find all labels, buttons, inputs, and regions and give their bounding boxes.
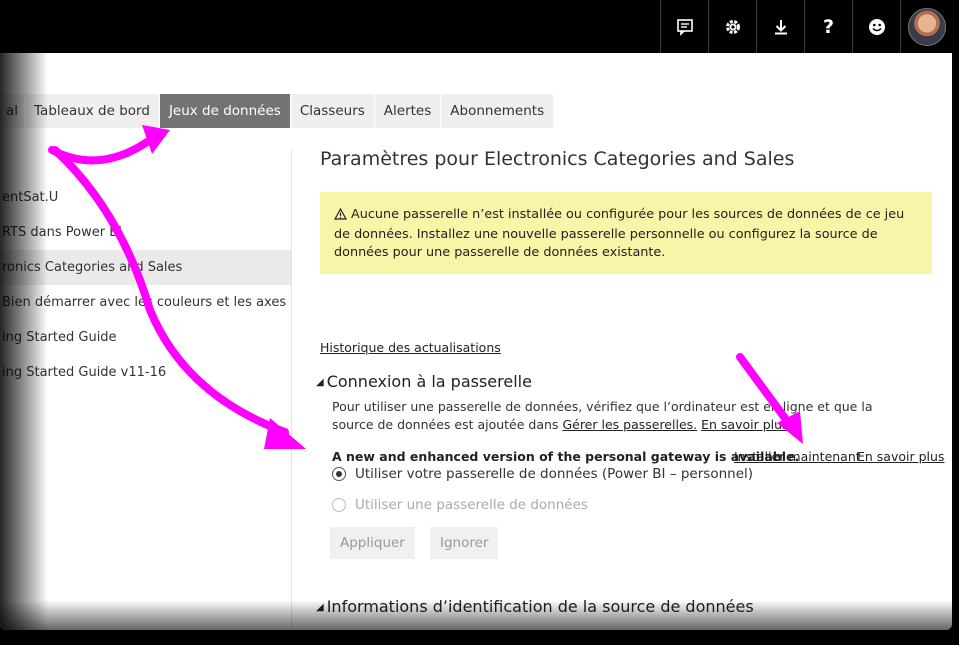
section-title: Connexion à la passerelle bbox=[326, 372, 532, 391]
tab-subscriptions[interactable]: Abonnements bbox=[441, 94, 554, 128]
download-icon bbox=[772, 18, 790, 36]
warning-banner: Aucune passerelle n’est installée ou con… bbox=[320, 192, 932, 274]
gateway-update-notice: A new and enhanced version of the person… bbox=[332, 449, 944, 464]
settings-tabs: al Tableaux de bord Jeux de données Clas… bbox=[0, 94, 554, 128]
apply-button[interactable]: Appliquer bbox=[330, 527, 415, 559]
gear-icon bbox=[724, 18, 742, 36]
dataset-item-selected[interactable]: ronics Categories and Sales bbox=[0, 250, 292, 285]
notice-learn-more-link[interactable]: En savoir plus bbox=[857, 449, 944, 464]
dataset-item[interactable]: RTS dans Power BI bbox=[0, 215, 292, 250]
dataset-item[interactable]: Bien démarrer avec les couleurs et les a… bbox=[0, 285, 292, 320]
collapse-triangle-icon: ◢ bbox=[316, 377, 324, 388]
help-icon: ? bbox=[822, 15, 835, 38]
personal-gateway-option[interactable]: Utiliser votre passerelle de données (Po… bbox=[332, 466, 753, 482]
radio-checked[interactable] bbox=[332, 467, 346, 481]
top-bar: ? bbox=[0, 0, 952, 53]
download-button[interactable] bbox=[756, 0, 804, 53]
option-label: Utiliser une passerelle de données bbox=[355, 497, 588, 513]
dataset-list: entSat.U RTS dans Power BI ronics Catego… bbox=[0, 180, 292, 390]
tab-datasets[interactable]: Jeux de données bbox=[159, 94, 290, 128]
feedback-smiley-button[interactable] bbox=[852, 0, 900, 53]
ignore-button[interactable]: Ignorer bbox=[430, 527, 499, 559]
dataset-item[interactable]: entSat.U bbox=[0, 180, 292, 215]
gateway-description: Pour utiliser une passerelle de données,… bbox=[332, 398, 892, 434]
tab-alerts[interactable]: Alertes bbox=[374, 94, 441, 128]
install-now-link[interactable]: Installer maintenant bbox=[734, 449, 861, 464]
settings-panel: Paramètres pour Electronics Categories a… bbox=[316, 140, 944, 616]
panel-divider bbox=[291, 150, 292, 630]
refresh-history-link[interactable]: Historique des actualisations bbox=[320, 340, 501, 355]
avatar bbox=[908, 7, 946, 46]
dataset-item[interactable]: ing Started Guide bbox=[0, 320, 292, 355]
learn-more-link[interactable]: En savoir plus bbox=[701, 417, 788, 432]
warning-icon bbox=[333, 207, 348, 226]
help-button[interactable]: ? bbox=[804, 0, 852, 53]
tab-workbooks[interactable]: Classeurs bbox=[290, 94, 374, 128]
warning-text: Aucune passerelle n’est installée ou con… bbox=[334, 207, 905, 260]
section-title: Informations d’identification de la sour… bbox=[326, 597, 754, 616]
page-title: Paramètres pour Electronics Categories a… bbox=[320, 148, 795, 170]
app-window: ? al Tableaux de bord Jeux de données Cl… bbox=[0, 0, 952, 630]
feedback-button[interactable] bbox=[660, 0, 708, 53]
notice-text: A new and enhanced version of the person… bbox=[332, 449, 800, 464]
gateway-section-header[interactable]: ◢ Connexion à la passerelle bbox=[316, 372, 532, 391]
settings-button[interactable] bbox=[708, 0, 756, 53]
profile-button[interactable] bbox=[900, 0, 952, 53]
dataset-item[interactable]: ing Started Guide v11-16 bbox=[0, 355, 292, 390]
smiley-icon bbox=[868, 18, 886, 36]
manage-gateways-link[interactable]: Gérer les passerelles. bbox=[562, 417, 697, 432]
credentials-section-header[interactable]: ◢ Informations d’identification de la sou… bbox=[316, 597, 754, 616]
tab-dashboards[interactable]: Tableaux de bord bbox=[25, 94, 159, 128]
option-label: Utiliser votre passerelle de données (Po… bbox=[355, 466, 754, 482]
collapse-triangle-icon: ◢ bbox=[316, 602, 324, 613]
tab-general[interactable]: al bbox=[0, 94, 25, 128]
data-gateway-option[interactable]: Utiliser une passerelle de données bbox=[332, 497, 588, 513]
radio-unchecked[interactable] bbox=[332, 498, 346, 512]
feedback-icon bbox=[676, 18, 694, 36]
